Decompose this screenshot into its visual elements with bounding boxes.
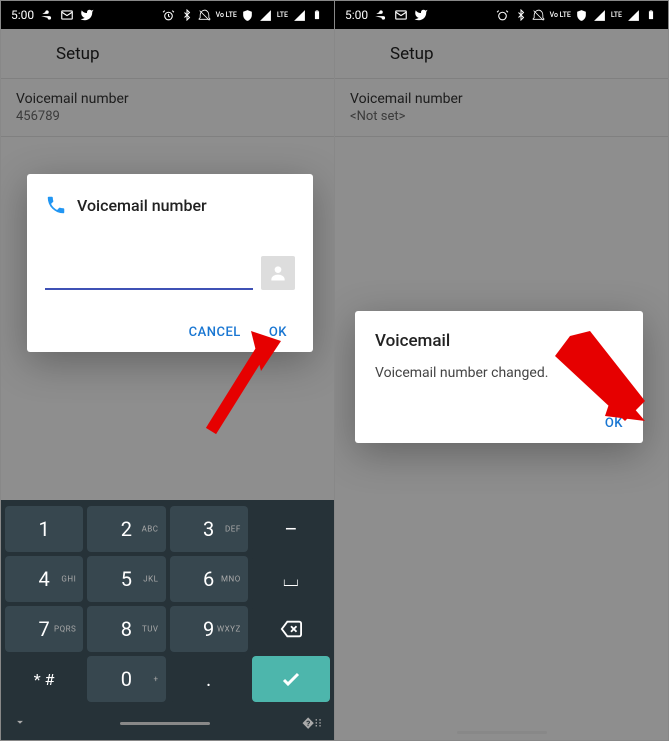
wind-icon bbox=[374, 8, 388, 22]
numeric-keyboard: 1 2ABC 3DEF – 4GHI 5JKL 6MNO ⌴ 7PQRS 8TU… bbox=[1, 500, 334, 740]
key-4[interactable]: 4GHI bbox=[5, 556, 83, 602]
twitter-icon bbox=[414, 8, 428, 22]
dialog-message: Voicemail number changed. bbox=[375, 365, 623, 381]
status-time: 5:00 bbox=[11, 8, 34, 22]
signal-icon-2 bbox=[292, 8, 306, 22]
key-8[interactable]: 8TUV bbox=[87, 606, 165, 652]
twitter-icon bbox=[80, 8, 94, 22]
alarm-icon bbox=[162, 8, 176, 22]
key-space[interactable]: ⌴ bbox=[252, 556, 330, 602]
signal-icon bbox=[259, 8, 273, 22]
alarm-icon bbox=[496, 8, 510, 22]
dnd-icon bbox=[532, 8, 546, 22]
status-time: 5:00 bbox=[345, 8, 368, 22]
key-enter[interactable] bbox=[252, 656, 330, 702]
bluetooth-icon bbox=[180, 8, 194, 22]
volte-icon: Vo LTE bbox=[550, 11, 571, 19]
voicemail-number-dialog: Voicemail number CANCEL OK bbox=[27, 174, 313, 352]
pick-contact-button[interactable] bbox=[261, 256, 295, 290]
cancel-button[interactable]: CANCEL bbox=[189, 325, 241, 340]
key-dash[interactable]: – bbox=[252, 506, 330, 552]
ok-button[interactable]: OK bbox=[605, 416, 623, 431]
key-symbols[interactable]: * # bbox=[5, 656, 83, 702]
ok-button[interactable]: OK bbox=[269, 325, 287, 340]
key-5[interactable]: 5JKL bbox=[87, 556, 165, 602]
voicemail-changed-dialog: Voicemail Voicemail number changed. OK bbox=[355, 311, 643, 443]
voicemail-number-input[interactable] bbox=[45, 262, 253, 290]
keyboard-collapse-icon[interactable] bbox=[13, 714, 27, 733]
key-backspace[interactable] bbox=[252, 606, 330, 652]
battery-icon bbox=[310, 8, 324, 22]
lte-label: LTE bbox=[611, 11, 622, 19]
key-9[interactable]: 9WXYZ bbox=[170, 606, 248, 652]
keyboard-settings-icon[interactable]: �⁝⁝ bbox=[302, 716, 322, 730]
dialog-title: Voicemail bbox=[375, 331, 623, 351]
lte-label: LTE bbox=[277, 11, 288, 19]
phone-icon bbox=[45, 194, 67, 216]
screen-right: 5:00 Vo LTE LTE Setup Voicemail bbox=[335, 1, 668, 740]
key-period[interactable]: . bbox=[170, 656, 248, 702]
volte-icon: Vo LTE bbox=[216, 11, 237, 19]
key-3[interactable]: 3DEF bbox=[170, 506, 248, 552]
gmail-icon bbox=[60, 8, 74, 22]
key-7[interactable]: 7PQRS bbox=[5, 606, 83, 652]
nav-bar bbox=[335, 731, 668, 734]
gmail-icon bbox=[394, 8, 408, 22]
shield-icon bbox=[241, 8, 255, 22]
key-0[interactable]: 0+ bbox=[87, 656, 165, 702]
status-bar: 5:00 Vo LTE LTE bbox=[335, 1, 668, 29]
key-1[interactable]: 1 bbox=[5, 506, 83, 552]
nav-handle[interactable] bbox=[120, 722, 210, 725]
key-2[interactable]: 2ABC bbox=[87, 506, 165, 552]
signal-icon bbox=[593, 8, 607, 22]
wind-icon bbox=[40, 8, 54, 22]
dnd-icon bbox=[198, 8, 212, 22]
status-bar: 5:00 Vo LTE LTE bbox=[1, 1, 334, 29]
dialog-title: Voicemail number bbox=[77, 196, 207, 215]
key-6[interactable]: 6MNO bbox=[170, 556, 248, 602]
bluetooth-icon bbox=[514, 8, 528, 22]
nav-handle[interactable] bbox=[457, 731, 547, 734]
screen-left: 5:00 Vo LTE LTE bbox=[1, 1, 334, 740]
signal-icon-2 bbox=[626, 8, 640, 22]
battery-icon bbox=[644, 8, 658, 22]
shield-icon bbox=[575, 8, 589, 22]
